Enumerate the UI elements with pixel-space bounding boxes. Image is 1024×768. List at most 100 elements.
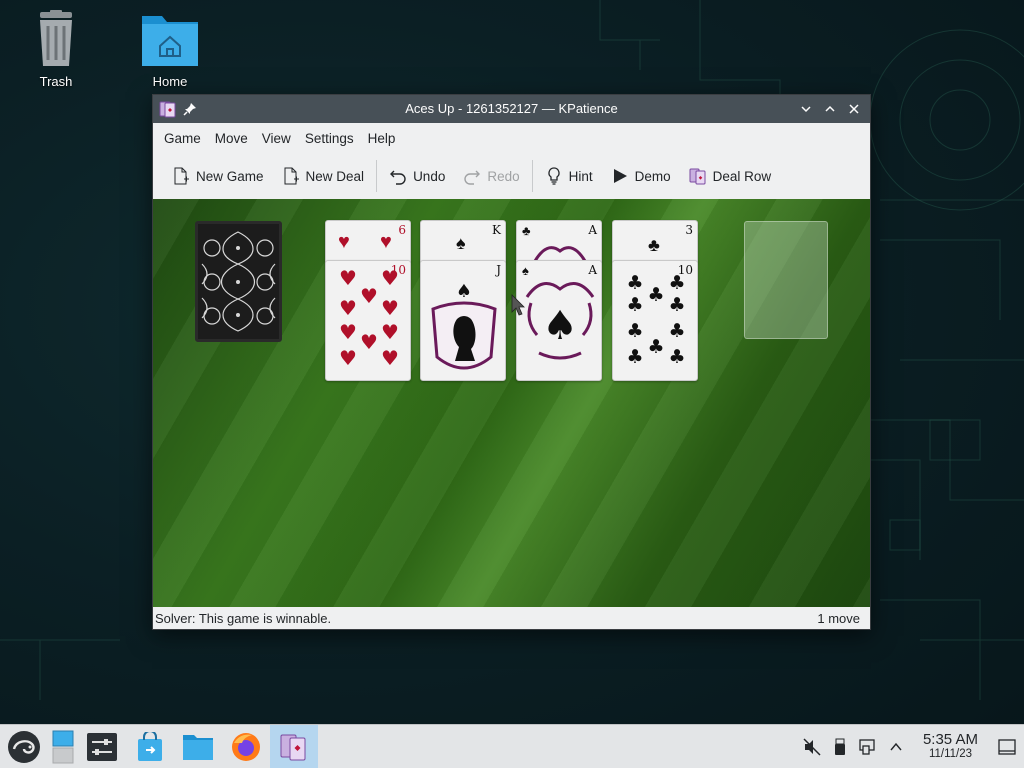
- taskbar: 5:35 AM 11/11/23: [0, 724, 1024, 768]
- volume-muted-icon[interactable]: [803, 737, 821, 756]
- menu-help[interactable]: Help: [361, 131, 403, 146]
- new-game-label: New Game: [196, 168, 264, 184]
- svg-text:♣: ♣: [647, 336, 664, 358]
- new-document-icon: [284, 167, 299, 185]
- svg-text:♣: ♣: [647, 284, 664, 306]
- menu-bar: Game Move View Settings Help: [153, 123, 870, 153]
- task-system-settings[interactable]: [78, 725, 126, 768]
- digital-clock[interactable]: 5:35 AM 11/11/23: [922, 730, 978, 761]
- settings-sliders-icon: [87, 732, 117, 761]
- svg-text:♣: ♣: [626, 294, 643, 316]
- svg-text:♥: ♥: [360, 284, 378, 308]
- svg-text:♥: ♥: [339, 320, 357, 344]
- svg-text:♥: ♥: [339, 346, 357, 370]
- hint-button[interactable]: Hint: [536, 160, 602, 192]
- card-10-hearts[interactable]: 10 ♥ ♥ ♥ ♥ ♥ ♥ ♥ ♥ ♥ ♥: [325, 260, 411, 381]
- card-back-pattern: [198, 224, 279, 339]
- show-desktop-icon[interactable]: [998, 738, 1016, 756]
- svg-text:♣: ♣: [626, 346, 643, 368]
- svg-text:♥: ♥: [339, 266, 357, 290]
- clock-date: 11/11/23: [928, 747, 972, 760]
- deal-row-button[interactable]: Deal Row: [680, 160, 781, 192]
- solver-status: Solver: This game is winnable.: [155, 610, 332, 626]
- heart-icon: ♥: [338, 231, 350, 253]
- clock-time: 5:35 AM: [922, 730, 978, 748]
- svg-text:♣: ♣: [668, 320, 685, 342]
- task-kpatience[interactable]: [270, 724, 318, 768]
- svg-text:♠: ♠: [456, 281, 472, 302]
- svg-text:♥: ♥: [360, 330, 378, 354]
- new-game-button[interactable]: New Game: [163, 160, 273, 192]
- desktop-icon-trash[interactable]: Trash: [16, 10, 96, 89]
- usb-device-icon[interactable]: [833, 738, 847, 756]
- chevron-up-icon[interactable]: [889, 740, 903, 754]
- title-bar[interactable]: Aces Up - 1261352127 — KPatience: [153, 95, 870, 123]
- task-file-manager[interactable]: [174, 725, 222, 768]
- new-deal-label: New Deal: [305, 168, 365, 184]
- spade-icon: ♠: [456, 233, 466, 253]
- demo-button[interactable]: Demo: [602, 160, 680, 192]
- svg-text:♣: ♣: [668, 346, 685, 368]
- system-tray: 5:35 AM 11/11/23: [803, 730, 1024, 761]
- menu-game[interactable]: Game: [157, 131, 208, 146]
- mouse-cursor-icon: [511, 294, 525, 316]
- discard-pile-empty[interactable]: [744, 221, 828, 339]
- heart-icon: ♥: [380, 231, 392, 253]
- undo-button[interactable]: Undo: [380, 160, 454, 192]
- app-cards-icon: [159, 101, 176, 118]
- deal-row-label: Deal Row: [712, 168, 772, 184]
- svg-text:♠: ♠: [542, 303, 578, 349]
- jack-portrait-icon: ♠: [431, 281, 497, 370]
- card-jack-spades[interactable]: J ♠: [420, 260, 506, 381]
- undo-label: Undo: [413, 168, 446, 184]
- card-3-clubs[interactable]: 3 ♣: [612, 220, 698, 264]
- cards-app-icon: [280, 734, 306, 760]
- window-title: Aces Up - 1261352127 — KPatience: [405, 101, 618, 116]
- stock-deck[interactable]: [195, 221, 282, 342]
- redo-button[interactable]: Redo: [454, 160, 528, 192]
- svg-text:♥: ♥: [381, 266, 399, 290]
- menu-move[interactable]: Move: [208, 131, 255, 146]
- hint-label: Hint: [568, 168, 593, 184]
- chevron-up-icon: [825, 105, 835, 112]
- menu-settings[interactable]: Settings: [298, 131, 361, 146]
- close-button[interactable]: [844, 99, 864, 119]
- store-bag-icon: [138, 731, 162, 761]
- new-deal-button[interactable]: New Deal: [273, 160, 374, 192]
- pager-desktop[interactable]: [48, 725, 78, 768]
- task-firefox[interactable]: [222, 725, 270, 768]
- maximize-button[interactable]: [820, 99, 840, 119]
- svg-text:♣: ♣: [626, 320, 643, 342]
- svg-text:♥: ♥: [381, 346, 399, 370]
- home-label: Home: [152, 74, 188, 89]
- task-discover[interactable]: [126, 725, 174, 768]
- card-ace-spades[interactable]: A ♠ ♠: [516, 260, 602, 381]
- card-king-spades[interactable]: K ♠: [420, 220, 506, 264]
- undo-icon: [390, 170, 406, 185]
- svg-text:♥: ♥: [381, 320, 399, 344]
- minimize-button[interactable]: [796, 99, 816, 119]
- redo-label: Redo: [487, 168, 520, 184]
- trash-label: Trash: [39, 74, 73, 89]
- move-count: 1 move: [817, 610, 860, 626]
- network-wired-icon[interactable]: [859, 738, 877, 756]
- toolbar: New Game New Deal Undo Redo Hint Demo De…: [153, 153, 870, 199]
- card-rank: K: [492, 223, 501, 237]
- card-10-clubs[interactable]: 10 ♣ ♣ ♣ ♣ ♣ ♣ ♣ ♣ ♣ ♣: [612, 260, 698, 381]
- pin-icon[interactable]: [183, 102, 197, 116]
- svg-text:♣: ♣: [668, 272, 685, 294]
- ace-spade-ornament: ♠: [525, 282, 595, 360]
- card-ace-clubs[interactable]: A ♣: [516, 220, 602, 264]
- kpatience-window: Aces Up - 1261352127 — KPatience Game Mo…: [152, 94, 871, 630]
- desktop-icon-home[interactable]: Home: [130, 10, 210, 89]
- folder-icon: [183, 734, 213, 760]
- application-launcher[interactable]: [0, 725, 48, 768]
- card-rank: 6: [398, 223, 406, 237]
- firefox-icon: [232, 732, 260, 761]
- card-6-hearts[interactable]: 6 ♥ ♥: [325, 220, 411, 264]
- svg-text:♣: ♣: [626, 272, 643, 294]
- new-document-icon: [174, 167, 189, 185]
- chevron-down-icon: [801, 106, 811, 113]
- status-bar: Solver: This game is winnable. 1 move: [153, 607, 870, 629]
- menu-view[interactable]: View: [255, 131, 298, 146]
